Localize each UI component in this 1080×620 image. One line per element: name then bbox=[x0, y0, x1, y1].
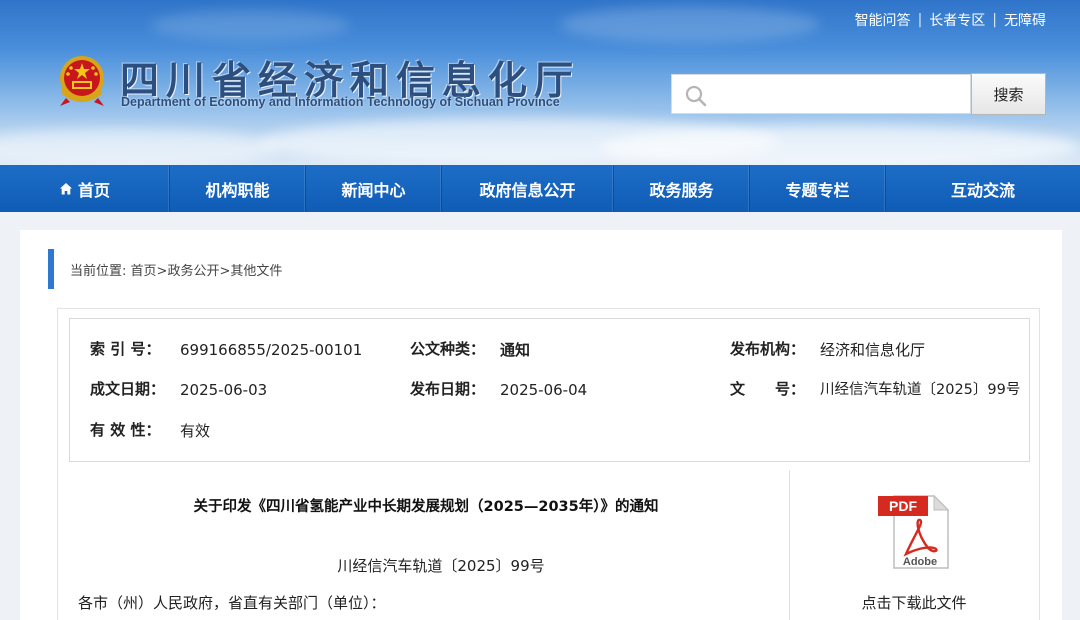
nav-label: 互动交流 bbox=[950, 180, 1015, 200]
document-number: 川经信汽车轨道〔2025〕99号 bbox=[337, 557, 545, 575]
breadcrumb-gov-affairs[interactable]: 政务公开 bbox=[167, 264, 219, 279]
meta-published-label: 发布日期： bbox=[410, 380, 486, 398]
document-salutation: 各市（州）人民政府，省直有关部门（单位）： bbox=[78, 594, 386, 612]
nav-item-gov-info[interactable]: 政府信息公开 bbox=[442, 165, 614, 212]
pdf-icon-label: PDF bbox=[889, 498, 917, 514]
top-link-smart-qa[interactable]: 智能问答 bbox=[855, 10, 911, 30]
top-link-elderly[interactable]: 长者专区 bbox=[929, 10, 985, 30]
nav-label: 首页 bbox=[77, 180, 110, 200]
nav-label: 政府信息公开 bbox=[479, 180, 576, 200]
meta-issuer-label: 发布机构： bbox=[730, 340, 806, 358]
nav-item-interaction[interactable]: 互动交流 bbox=[886, 165, 1080, 212]
breadcrumb-accent-bar bbox=[48, 249, 54, 289]
top-link-separator: | bbox=[917, 12, 923, 28]
nav-label: 政务服务 bbox=[649, 180, 714, 200]
national-emblem-icon[interactable] bbox=[56, 54, 108, 108]
nav-item-functions[interactable]: 机构职能 bbox=[170, 165, 306, 212]
pdf-file-icon[interactable]: PDF Adobe bbox=[876, 492, 956, 572]
nav-label: 新闻中心 bbox=[341, 180, 406, 200]
search-input[interactable] bbox=[712, 79, 966, 109]
adobe-icon-label: Adobe bbox=[903, 556, 937, 568]
meta-docno-label: 文 号： bbox=[730, 380, 806, 398]
meta-validity-value: 有效 bbox=[180, 422, 211, 440]
download-file-link[interactable]: 点击下载此文件 bbox=[790, 592, 1038, 613]
meta-type-label: 公文种类： bbox=[410, 340, 486, 358]
top-link-separator: | bbox=[992, 12, 997, 28]
nav-item-services[interactable]: 政务服务 bbox=[614, 165, 750, 212]
meta-index-value: 699166855/2025-00101 bbox=[180, 341, 363, 359]
site-header: 智能问答 | 长者专区 | 无障碍 四川省经济和信息化厅 Department … bbox=[0, 0, 1080, 165]
breadcrumb-home[interactable]: 首页 bbox=[131, 264, 157, 279]
meta-validity-label: 有 效 性： bbox=[90, 421, 161, 439]
nav-item-topics[interactable]: 专题专栏 bbox=[750, 165, 886, 212]
breadcrumb: 当前位置: 首页>政务公开>其他文件 bbox=[70, 260, 282, 279]
breadcrumb-separator: > bbox=[156, 264, 168, 279]
search-box bbox=[671, 74, 971, 114]
meta-published-value: 2025-06-04 bbox=[500, 381, 588, 399]
main-nav: 首页 机构职能 新闻中心 政府信息公开 政务服务 专题专栏 互动交流 bbox=[0, 165, 1080, 212]
home-icon bbox=[59, 182, 72, 194]
search-icon bbox=[685, 85, 707, 107]
meta-created-value: 2025-06-03 bbox=[180, 381, 268, 399]
nav-label: 专题专栏 bbox=[785, 180, 850, 200]
breadcrumb-prefix: 当前位置: bbox=[70, 264, 127, 279]
site-subtitle: Department of Economy and Information Te… bbox=[121, 95, 560, 109]
nav-item-home[interactable]: 首页 bbox=[0, 165, 170, 212]
nav-item-news[interactable]: 新闻中心 bbox=[306, 165, 442, 212]
meta-type-value: 通知 bbox=[500, 341, 531, 359]
top-links: 智能问答 | 长者专区 | 无障碍 bbox=[855, 10, 1046, 30]
document-title: 关于印发《四川省氢能产业中长期发展规划（2025—2035年）》的通知 bbox=[193, 499, 659, 515]
meta-created-label: 成文日期： bbox=[90, 380, 166, 398]
search-button[interactable]: 搜索 bbox=[971, 73, 1046, 115]
nav-label: 机构职能 bbox=[205, 180, 270, 200]
breadcrumb-other-files[interactable]: 其他文件 bbox=[230, 264, 282, 279]
breadcrumb-separator: > bbox=[219, 264, 231, 279]
meta-docno-value: 川经信汽车轨道〔2025〕99号 bbox=[820, 382, 1021, 398]
meta-index-label: 索 引 号： bbox=[90, 340, 161, 358]
meta-issuer-value: 经济和信息化厅 bbox=[820, 341, 926, 359]
top-link-accessibility[interactable]: 无障碍 bbox=[1004, 10, 1046, 30]
